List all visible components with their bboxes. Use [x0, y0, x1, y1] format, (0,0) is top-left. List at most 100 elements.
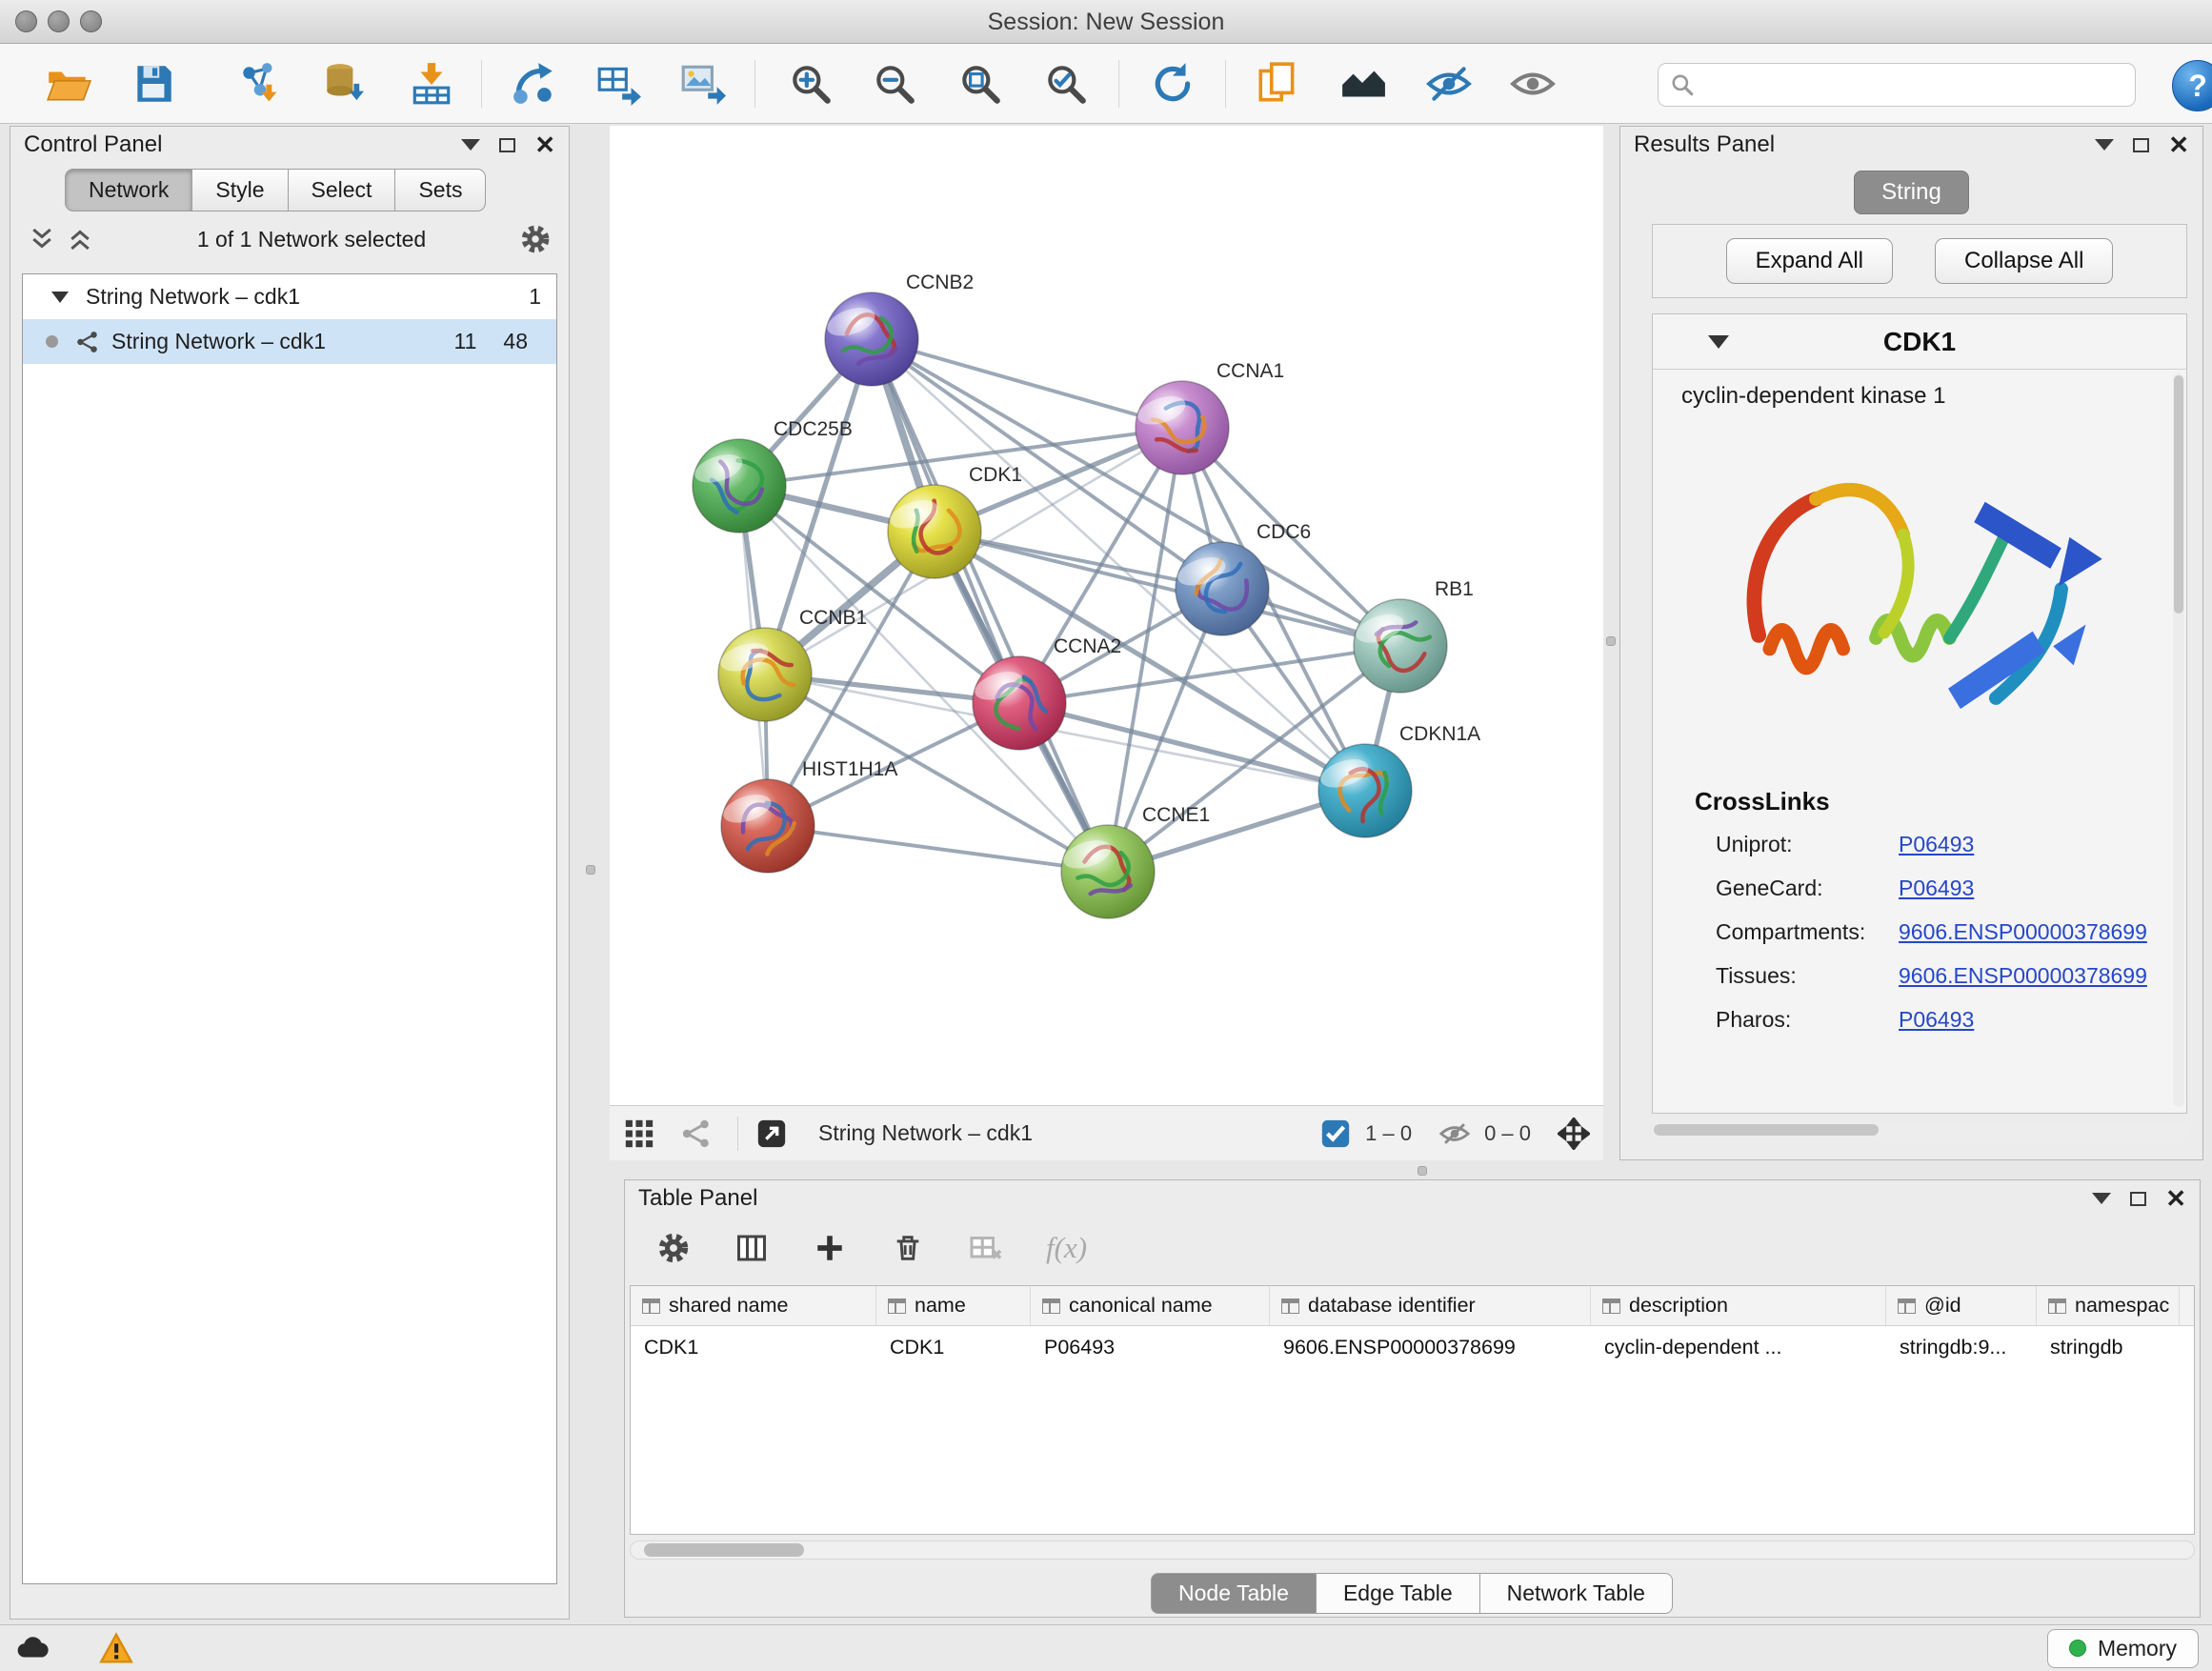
- close-panel-icon[interactable]: ✕: [534, 135, 555, 154]
- save-session-button[interactable]: [126, 56, 181, 111]
- grid-view-icon[interactable]: [623, 1117, 655, 1150]
- table-cell[interactable]: CDK1: [631, 1336, 876, 1359]
- table-tab-network-table[interactable]: Network Table: [1479, 1573, 1673, 1614]
- network-node-CCNA1[interactable]: [1135, 381, 1229, 474]
- splitter-handle[interactable]: [1606, 636, 1616, 646]
- zoom-out-button[interactable]: [867, 56, 922, 111]
- column-header-namespac[interactable]: namespac: [2037, 1286, 2180, 1325]
- home-button[interactable]: [1336, 56, 1391, 111]
- crosslink-link[interactable]: 9606.ENSP00000378699: [1899, 963, 2147, 989]
- expand-all-chevron-icon[interactable]: [66, 225, 94, 253]
- column-header--id[interactable]: @id: [1886, 1286, 2037, 1325]
- zoom-fit-button[interactable]: [953, 56, 1008, 111]
- crosslink-link[interactable]: P06493: [1899, 1007, 1974, 1033]
- crosslink-link[interactable]: P06493: [1899, 832, 1974, 857]
- crosslink-link[interactable]: P06493: [1899, 876, 1974, 901]
- share-view-icon[interactable]: [680, 1117, 713, 1150]
- network-edge-CCNB2-CCNE1[interactable]: [872, 339, 1108, 872]
- hide-selected-button[interactable]: [1421, 56, 1477, 111]
- hidden-eye-slash-icon[interactable]: [1438, 1117, 1471, 1150]
- help-button[interactable]: ?: [2172, 60, 2212, 111]
- control-tab-network[interactable]: Network: [65, 169, 192, 211]
- search-input[interactable]: [1702, 72, 2123, 97]
- float-panel-icon[interactable]: [2133, 138, 2149, 152]
- show-all-button[interactable]: [1505, 56, 1560, 111]
- scrollbar-thumb[interactable]: [2174, 375, 2183, 614]
- cloud-status-icon[interactable]: [13, 1629, 51, 1667]
- table-cell[interactable]: P06493: [1031, 1336, 1270, 1359]
- network-node-RB1[interactable]: [1353, 599, 1447, 693]
- float-panel-icon[interactable]: [499, 138, 515, 152]
- scrollbar-thumb[interactable]: [644, 1543, 804, 1557]
- network-edge-HIST1H1A-CCNE1[interactable]: [768, 826, 1108, 872]
- refresh-layout-button[interactable]: [1145, 56, 1200, 111]
- network-node-CCNE1[interactable]: [1060, 825, 1155, 918]
- select-columns-icon[interactable]: [734, 1230, 770, 1266]
- column-header-name[interactable]: name: [876, 1286, 1031, 1325]
- new-network-button[interactable]: [507, 56, 562, 111]
- panel-menu-icon[interactable]: [2092, 1193, 2111, 1204]
- results-vertical-scrollbar[interactable]: [2173, 373, 2184, 1107]
- network-row[interactable]: String Network – cdk1 11 48: [23, 319, 556, 364]
- table-row[interactable]: CDK1CDK1P064939606.ENSP00000378699cyclin…: [631, 1326, 2194, 1368]
- export-table-button[interactable]: [591, 56, 646, 111]
- results-horizontal-scrollbar[interactable]: [1652, 1123, 2187, 1137]
- network-node-HIST1H1A[interactable]: [720, 779, 814, 873]
- import-table-from-file-button[interactable]: [404, 56, 459, 111]
- expand-all-button[interactable]: Expand All: [1726, 238, 1893, 284]
- column-header-description[interactable]: description: [1591, 1286, 1886, 1325]
- close-panel-icon[interactable]: ✕: [2168, 135, 2189, 154]
- network-node-CCNB2[interactable]: [824, 292, 918, 386]
- results-tab-string[interactable]: String: [1854, 171, 1969, 214]
- network-collection-row[interactable]: String Network – cdk1 1: [23, 274, 556, 319]
- table-cell[interactable]: stringdb: [2037, 1336, 2180, 1359]
- scrollbar-thumb[interactable]: [1654, 1124, 1879, 1136]
- zoom-selected-button[interactable]: [1038, 56, 1094, 111]
- open-in-new-window-icon[interactable]: [755, 1117, 788, 1150]
- memory-button[interactable]: Memory: [2047, 1629, 2199, 1668]
- control-tab-style[interactable]: Style: [191, 169, 288, 211]
- network-options-gear-icon[interactable]: [519, 223, 552, 255]
- crosslink-link[interactable]: 9606.ENSP00000378699: [1899, 919, 2147, 945]
- splitter-handle[interactable]: [1418, 1166, 1427, 1176]
- table-cell[interactable]: 9606.ENSP00000378699: [1270, 1336, 1591, 1359]
- pan-crosshair-icon[interactable]: [1558, 1117, 1590, 1150]
- column-header-canonical-name[interactable]: canonical name: [1031, 1286, 1270, 1325]
- splitter-handle[interactable]: [586, 865, 595, 875]
- control-tab-sets[interactable]: Sets: [394, 169, 486, 211]
- network-node-CCNB1[interactable]: [717, 628, 812, 721]
- table-tab-node-table[interactable]: Node Table: [1151, 1573, 1317, 1614]
- open-session-button[interactable]: [40, 56, 95, 111]
- network-node-CDC25B[interactable]: [692, 439, 786, 533]
- delete-column-trash-icon[interactable]: [890, 1230, 926, 1266]
- table-cell[interactable]: stringdb:9...: [1886, 1336, 2037, 1359]
- export-image-button[interactable]: [674, 56, 730, 111]
- panel-menu-icon[interactable]: [2095, 139, 2114, 151]
- table-tab-edge-table[interactable]: Edge Table: [1316, 1573, 1480, 1614]
- float-panel-icon[interactable]: [2130, 1192, 2146, 1206]
- column-header-shared-name[interactable]: shared name: [631, 1286, 876, 1325]
- network-node-CDC6[interactable]: [1175, 542, 1269, 635]
- copy-document-button[interactable]: [1250, 56, 1305, 111]
- network-node-CCNA2[interactable]: [972, 656, 1066, 750]
- selected-checkbox-icon[interactable]: [1319, 1117, 1352, 1150]
- protein-expander-icon[interactable]: [1708, 335, 1729, 349]
- network-node-CDKN1A[interactable]: [1317, 744, 1412, 837]
- network-canvas[interactable]: CCNB2CCNA1CDC25BCDK1CDC6RB1CCNB1CCNA2CDK…: [610, 126, 1603, 1105]
- collection-expander-icon[interactable]: [51, 292, 69, 303]
- collapse-all-button[interactable]: Collapse All: [1935, 238, 2113, 284]
- table-cell[interactable]: CDK1: [876, 1336, 1031, 1359]
- control-tab-select[interactable]: Select: [288, 169, 396, 211]
- import-network-from-database-button[interactable]: [316, 56, 372, 111]
- warning-icon[interactable]: [97, 1629, 135, 1667]
- network-node-CDK1[interactable]: [887, 485, 981, 578]
- panel-menu-icon[interactable]: [461, 139, 480, 151]
- column-header-database-identifier[interactable]: database identifier: [1270, 1286, 1591, 1325]
- zoom-in-button[interactable]: [783, 56, 838, 111]
- table-settings-gear-icon[interactable]: [655, 1230, 692, 1266]
- close-panel-icon[interactable]: ✕: [2165, 1189, 2186, 1208]
- table-horizontal-scrollbar[interactable]: [630, 1540, 2195, 1560]
- add-column-plus-icon[interactable]: [812, 1230, 848, 1266]
- import-network-from-file-button[interactable]: [232, 56, 288, 111]
- table-cell[interactable]: cyclin-dependent ...: [1591, 1336, 1886, 1359]
